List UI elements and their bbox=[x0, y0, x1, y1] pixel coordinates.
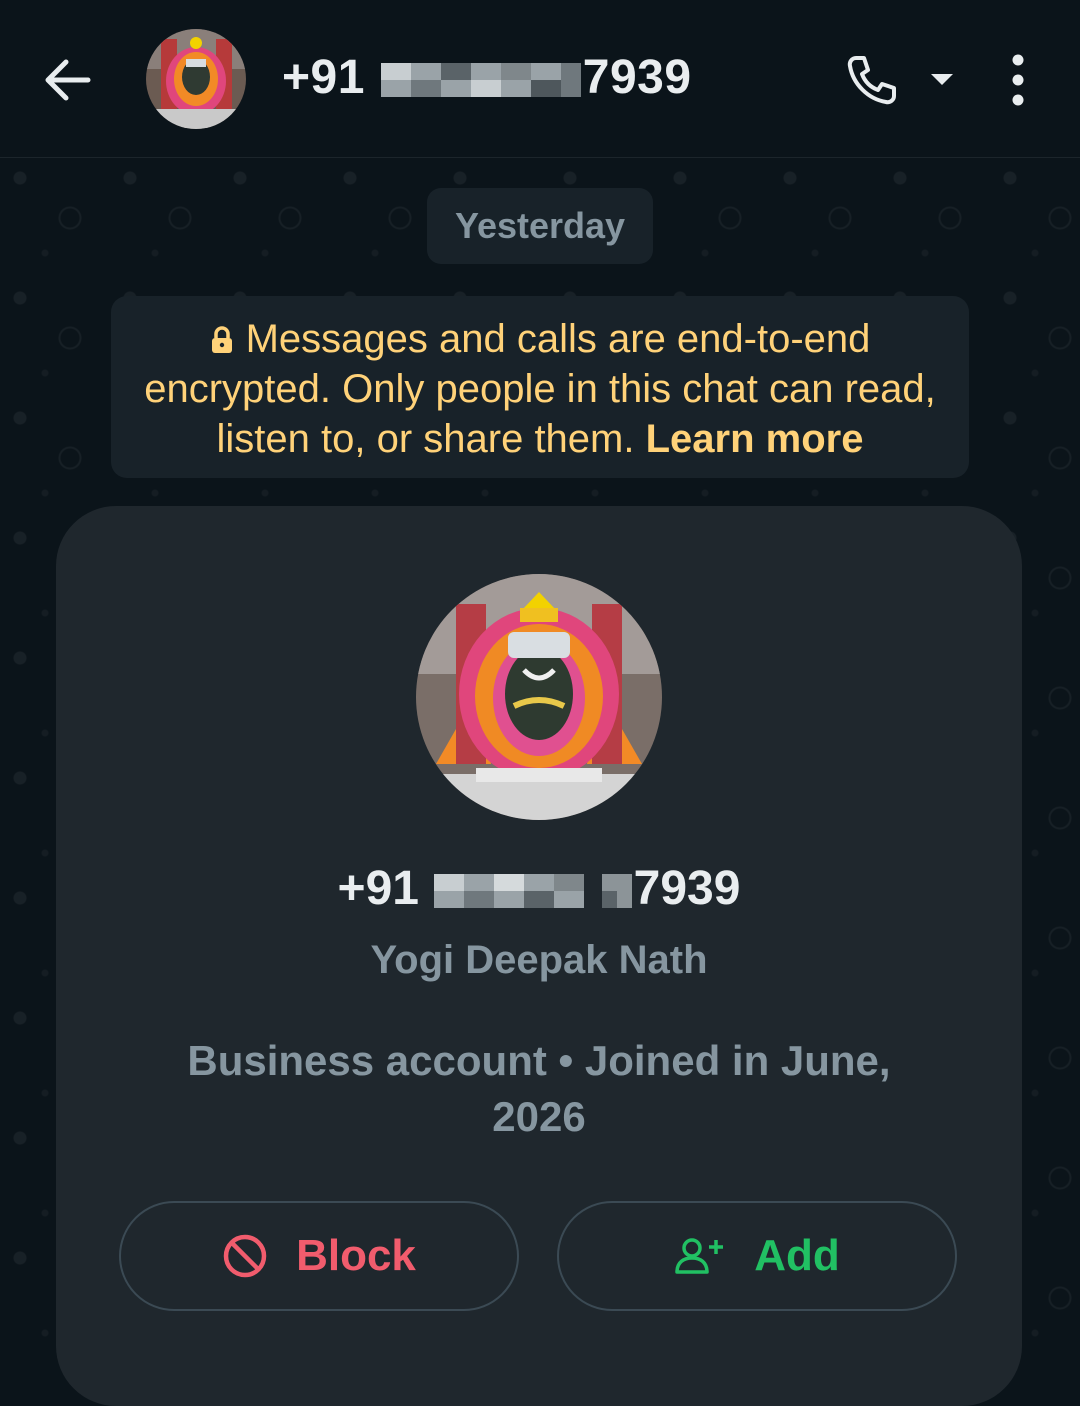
redacted-digits bbox=[380, 63, 581, 98]
arrow-left-icon bbox=[45, 59, 91, 101]
overflow-menu-button[interactable] bbox=[1000, 50, 1036, 110]
block-label: Block bbox=[296, 1231, 416, 1280]
learn-more-link[interactable]: Learn more bbox=[646, 417, 864, 461]
chat-header: +91 7939 bbox=[0, 0, 1080, 158]
encryption-notice[interactable]: Messages and calls are end-to-end encryp… bbox=[111, 296, 969, 478]
add-person-icon bbox=[675, 1238, 724, 1274]
contact-info-card: +91 7939 Yogi Deepak Nath Business accou… bbox=[56, 506, 1022, 1406]
more-vert-icon bbox=[1012, 54, 1024, 106]
voice-call-button[interactable] bbox=[842, 50, 902, 110]
caret-down-icon bbox=[931, 74, 953, 85]
chat-title[interactable]: +91 7939 bbox=[282, 48, 692, 108]
phone-icon bbox=[847, 56, 896, 105]
contact-avatar[interactable] bbox=[146, 29, 246, 129]
add-contact-button[interactable]: Add bbox=[557, 1201, 957, 1311]
redacted-digits bbox=[434, 874, 585, 909]
add-label: Add bbox=[754, 1231, 840, 1280]
block-button[interactable]: Block bbox=[119, 1201, 519, 1311]
block-icon bbox=[223, 1234, 267, 1278]
contact-profile-photo[interactable] bbox=[416, 574, 662, 820]
phone-suffix: 7939 bbox=[633, 862, 741, 915]
title-prefix: +91 bbox=[282, 51, 365, 104]
account-info: Business account • Joined in June, 2026 bbox=[187, 1037, 891, 1140]
lock-icon bbox=[211, 326, 232, 353]
date-divider: Yesterday bbox=[427, 188, 653, 264]
phone-prefix: +91 bbox=[337, 862, 419, 915]
contact-phone-number: +91 7939 bbox=[56, 861, 1022, 916]
redacted-digits bbox=[601, 874, 632, 909]
contact-display-name: Yogi Deepak Nath bbox=[370, 938, 708, 982]
back-button[interactable] bbox=[40, 52, 96, 108]
title-suffix: 7939 bbox=[582, 51, 692, 104]
call-options-dropdown[interactable] bbox=[928, 68, 956, 90]
